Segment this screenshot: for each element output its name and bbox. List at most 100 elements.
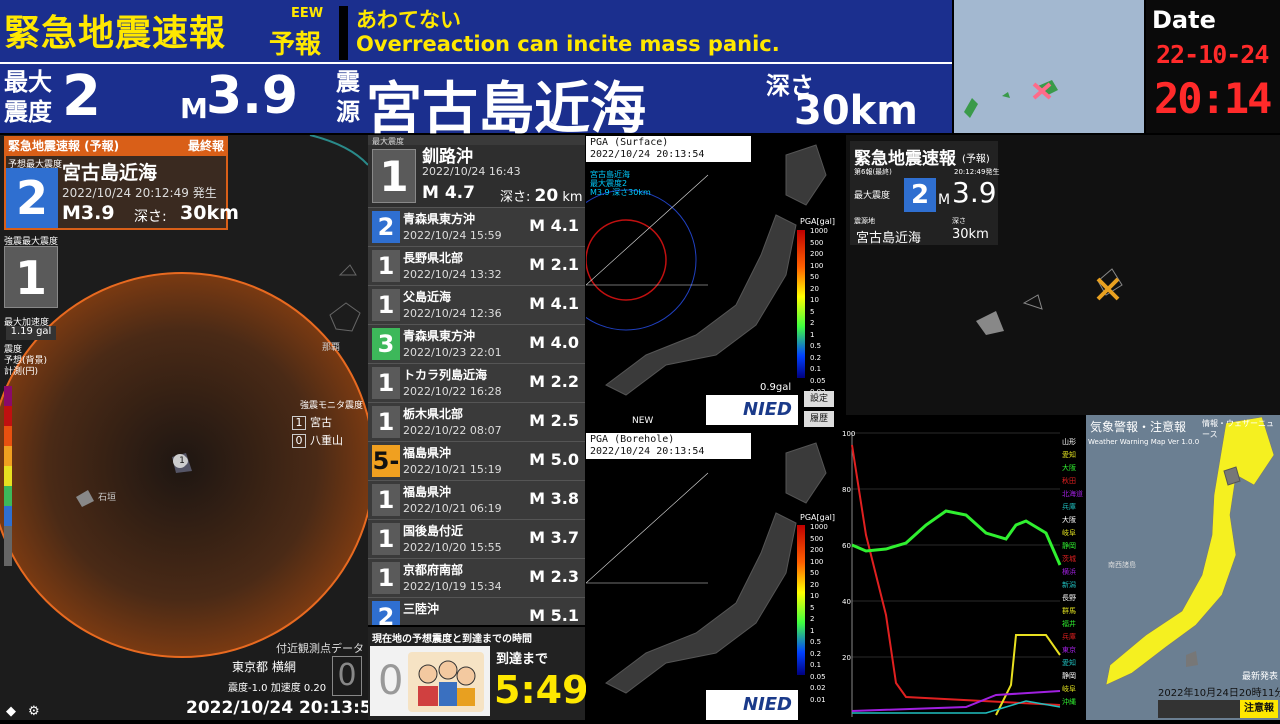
eew-forecast-title: 緊急地震速報 (予報)	[8, 139, 120, 153]
quake-row-time: 2022/10/19 15:34	[403, 580, 502, 593]
pga-scale-value: 200	[810, 250, 824, 258]
quake-row-intensity: 1	[372, 367, 400, 399]
history-button[interactable]: 履歴	[804, 411, 834, 427]
quake-row-epicenter: 青森県東方沖	[403, 212, 476, 226]
quake-row-time: 2022/10/23 22:01	[403, 346, 502, 359]
quake-row-intensity: 1	[372, 484, 400, 516]
quake-row-magnitude: M 4.1	[529, 216, 579, 235]
banner-divider	[339, 6, 348, 60]
pga-borehole-map[interactable]	[585, 433, 846, 720]
graph-region-label: 兵庫	[1062, 633, 1076, 641]
pga-surface-note: 宮古島近海 最大震度2 M3.9 深さ30km	[590, 170, 651, 197]
graph-region-labels: 山形 愛知 大阪 秋田 北海道 兵庫 大阪 岐阜 静岡 茨城 横浜 新潟 長野 群馬 福井 兵庫 東京 愛知 静岡岐…	[1062, 436, 1086, 709]
banner-warning-en: Overreaction can incite mass panic.	[356, 32, 780, 56]
eew-detail-title: 緊急地震速報	[854, 149, 956, 169]
quake-row[interactable]: 2 三陸沖 M 5.1	[368, 597, 585, 625]
max-acc-value: 1.19 gal	[6, 326, 56, 340]
quake-latest-epicenter: 釧路沖	[422, 147, 473, 167]
pga-scale-value: 0.05	[810, 376, 826, 385]
pga-borehole-time: 2022/10/24 20:13:54	[590, 446, 705, 457]
weather-area-label: 南西諸島	[1108, 561, 1136, 569]
quake-row[interactable]: 1 福島県沖 2022/10/21 06:19 M 3.8	[368, 480, 585, 518]
quake-row[interactable]: 1 京都府南部 2022/10/19 15:34 M 2.3	[368, 558, 585, 596]
quake-row-time: 2022/10/24 12:36	[403, 307, 502, 320]
eew-forecast-header: 緊急地震速報 (予報) 最終報	[4, 136, 228, 154]
island-shape	[964, 98, 978, 118]
quake-row[interactable]: 1 トカラ列島近海 2022/10/22 16:28 M 2.2	[368, 363, 585, 401]
graph-region-label: 東京	[1062, 646, 1076, 654]
quake-row[interactable]: 1 長野県北部 2022/10/24 13:32 M 2.1	[368, 246, 585, 284]
monitor-item: 0 八重山	[292, 432, 343, 448]
weather-latest-label: 最新発表	[1242, 672, 1279, 682]
p-wave-arc	[309, 135, 368, 166]
quake-latest-depth-value: 20	[534, 186, 559, 206]
pga-scale-value: 1	[810, 626, 815, 635]
forecast-epicenter: 宮古島近海	[62, 162, 158, 184]
monitor-int: 1	[292, 416, 306, 430]
clock-time: 20:14	[1154, 74, 1272, 123]
arrival-countdown: 5:49	[494, 668, 589, 712]
quake-row[interactable]: 1 父島近海 2022/10/24 12:36 M 4.1	[368, 285, 585, 323]
weather-version: Weather Warning Map Ver 1.0.0	[1088, 438, 1200, 446]
pga-scale-value: 200	[810, 546, 824, 554]
island-okinawa	[329, 302, 361, 332]
graph-y-label: 80	[842, 486, 851, 494]
banner-max-intensity: 2	[62, 64, 101, 129]
info-icon[interactable]: ◆	[6, 704, 16, 719]
weather-date: 2022年10月24日20時11分	[1158, 688, 1280, 699]
quake-latest-depth: 深さ: 20 km	[500, 186, 583, 206]
quake-row-magnitude: M 3.8	[529, 489, 579, 508]
eew-detail-int-label: 最大震度	[854, 191, 891, 201]
graph-y-label: 40	[842, 598, 851, 606]
source-label-2: 源	[336, 98, 360, 126]
quake-row[interactable]: 5- 福島県沖 2022/10/21 15:19 M 5.0	[368, 441, 585, 479]
settings-button[interactable]: 設定	[804, 391, 834, 407]
graph-region-label: 岐阜	[1062, 529, 1076, 537]
quake-row-time: 2022/10/22 16:28	[403, 385, 502, 398]
quake-row-intensity: 1	[372, 523, 400, 555]
series-line	[851, 509, 1062, 566]
quake-row-magnitude: M 2.5	[529, 411, 579, 430]
quake-row-time: 2022/10/24 13:32	[403, 268, 502, 281]
pga-scale-value: 20	[810, 284, 819, 293]
quake-row-time: 2022/10/21 15:19	[403, 463, 502, 476]
gear-icon[interactable]: ⚙	[28, 704, 40, 719]
family-illustration-graphic	[418, 660, 476, 706]
graph-region-label: 大阪	[1062, 464, 1076, 472]
pga-surface-time: 2022/10/24 20:13:54	[590, 149, 705, 160]
quake-row[interactable]: 1 国後島付近 2022/10/20 15:55 M 3.7	[368, 519, 585, 557]
banner-eew: EEW	[291, 6, 324, 21]
graph-region-label: 兵庫	[1062, 503, 1076, 511]
pga-scale-value: 0.01	[810, 695, 826, 704]
near-station-values: 震度-1.0 加速度 0.20	[228, 683, 327, 694]
quake-row-magnitude: M 3.7	[529, 528, 579, 547]
quake-row[interactable]: 3 青森県東方沖 2022/10/23 22:01 M 4.0	[368, 324, 585, 362]
quake-row[interactable]: 1 栃木県北部 2022/10/22 08:07 M 2.5	[368, 402, 585, 440]
eew-detail-depth-label: 深さ	[952, 217, 966, 225]
pga-scale-value: 0.02	[810, 684, 826, 692]
source-label-1: 震	[336, 68, 360, 96]
pga-scale-value: 5	[810, 603, 815, 612]
clock-label: Date	[1152, 6, 1216, 34]
pga-surface-title: PGA (Surface)	[590, 137, 669, 148]
graph-region-label: 沖縄	[1062, 698, 1076, 706]
quake-latest-intensity: 1	[372, 149, 416, 203]
eew-detail-serial: 第6報(最終)	[854, 168, 892, 176]
pga-scale-value: 1	[810, 330, 815, 339]
quake-row-magnitude: M 4.0	[529, 333, 579, 352]
pga-scale-value: 0.2	[810, 353, 822, 362]
pga-surface-new: NEW	[632, 416, 654, 426]
near-station-label: 付近観測点データ	[276, 642, 364, 655]
quake-row-magnitude: M 4.1	[529, 294, 579, 313]
overview-map[interactable]	[954, 0, 1144, 133]
quake-row-epicenter: 国後島付近	[403, 524, 464, 538]
banner-magnitude: 3.9	[206, 66, 299, 126]
current-datetime: 2022/10/24 20:13:55	[186, 698, 384, 718]
banner-warning-jp: あわてない	[356, 8, 461, 32]
graph-region-label: 愛知	[1062, 451, 1076, 459]
s-wave-circle	[585, 219, 667, 301]
eew-detail-src-label: 震源地	[854, 217, 875, 225]
eew-detail-subtitle: (予報)	[962, 154, 990, 165]
pga-surface-scale-values: 10005002001005020105210.50.20.10.050.020…	[810, 226, 828, 410]
quake-row[interactable]: 2 青森県東方沖 2022/10/24 15:59 M 4.1	[368, 207, 585, 245]
